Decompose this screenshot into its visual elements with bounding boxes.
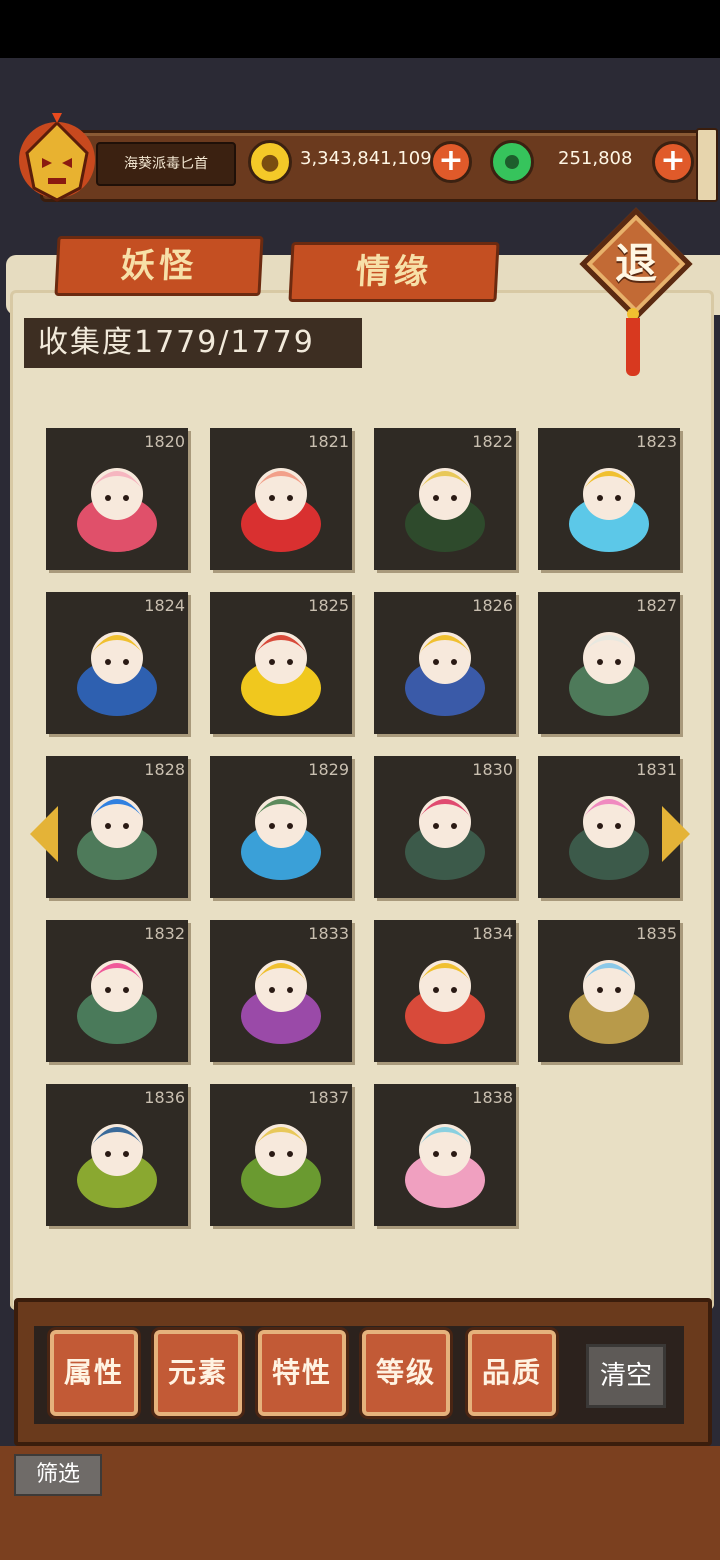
monster-card[interactable]: 1821 (210, 428, 352, 570)
jade-coin-icon (490, 140, 534, 184)
monster-portrait-icon (77, 960, 157, 1044)
monster-card[interactable]: 1825 (210, 592, 352, 734)
monster-card[interactable]: 1835 (538, 920, 680, 1062)
monster-card[interactable]: 1832 (46, 920, 188, 1062)
monster-portrait-icon (77, 468, 157, 552)
monster-portrait-icon (405, 468, 485, 552)
monster-card[interactable]: 1824 (46, 592, 188, 734)
monster-portrait-icon (569, 632, 649, 716)
prev-page-arrow-icon[interactable] (30, 806, 58, 862)
monster-card[interactable]: 1828 (46, 756, 188, 898)
player-avatar[interactable] (12, 108, 102, 208)
filter-trait-button[interactable]: 特性 (258, 1330, 346, 1416)
demon-mask-icon (19, 113, 95, 202)
monster-portrait-icon (77, 796, 157, 880)
monster-portrait-icon (241, 1124, 321, 1208)
monster-portrait-icon (405, 632, 485, 716)
clear-filters-button[interactable]: 清空 (586, 1344, 666, 1408)
monster-portrait-icon (77, 632, 157, 716)
tab-monsters[interactable]: 妖怪 (54, 236, 264, 296)
monster-portrait-icon (241, 632, 321, 716)
monster-portrait-icon (405, 796, 485, 880)
monster-portrait-icon (569, 468, 649, 552)
monster-card[interactable]: 1836 (46, 1084, 188, 1226)
filter-level-button[interactable]: 等级 (362, 1330, 450, 1416)
add-gold-button[interactable]: + (430, 141, 472, 183)
monster-card[interactable]: 1820 (46, 428, 188, 570)
monster-portrait-icon (569, 796, 649, 880)
add-jade-button[interactable]: + (652, 141, 694, 183)
player-name: 海葵派毒匕首 (96, 142, 236, 186)
monster-card[interactable]: 1829 (210, 756, 352, 898)
filter-quality-button[interactable]: 品质 (468, 1330, 556, 1416)
exit-button[interactable]: 退 (579, 207, 694, 322)
monster-card[interactable]: 1827 (538, 592, 680, 734)
next-page-arrow-icon[interactable] (662, 806, 690, 862)
monster-card[interactable]: 1833 (210, 920, 352, 1062)
monster-card[interactable]: 1838 (374, 1084, 516, 1226)
filter-attribute-button[interactable]: 属性 (50, 1330, 138, 1416)
monster-portrait-icon (241, 960, 321, 1044)
collection-progress: 收集度1779/1779 (24, 318, 362, 368)
bar-corner-tab (696, 128, 718, 202)
monster-card[interactable]: 1822 (374, 428, 516, 570)
monster-card[interactable]: 1831 (538, 756, 680, 898)
monster-portrait-icon (405, 960, 485, 1044)
monster-portrait-icon (405, 1124, 485, 1208)
monster-portrait-icon (569, 960, 649, 1044)
gold-amount: 3,343,841,109 (300, 148, 432, 169)
monster-portrait-icon (241, 796, 321, 880)
monster-card[interactable]: 1830 (374, 756, 516, 898)
status-bar (0, 0, 720, 58)
monster-card[interactable]: 1823 (538, 428, 680, 570)
monster-portrait-icon (241, 468, 321, 552)
monster-grid: 1820 1821 1822 1823 1824 1825 1826 1827 1828 1829… (46, 428, 686, 1238)
gold-coin-icon: ● (248, 140, 292, 184)
exit-label: 退 (614, 239, 657, 288)
tassel (626, 318, 640, 376)
monster-card[interactable]: 1834 (374, 920, 516, 1062)
monster-portrait-icon (77, 1124, 157, 1208)
monster-card[interactable]: 1826 (374, 592, 516, 734)
filter-toggle-button[interactable]: 筛选 (14, 1454, 102, 1496)
tab-bonds[interactable]: 情缘 (288, 242, 500, 302)
filter-element-button[interactable]: 元素 (154, 1330, 242, 1416)
jade-amount: 251,808 (558, 148, 633, 169)
monster-card[interactable]: 1837 (210, 1084, 352, 1226)
bottom-panel (0, 1446, 720, 1560)
